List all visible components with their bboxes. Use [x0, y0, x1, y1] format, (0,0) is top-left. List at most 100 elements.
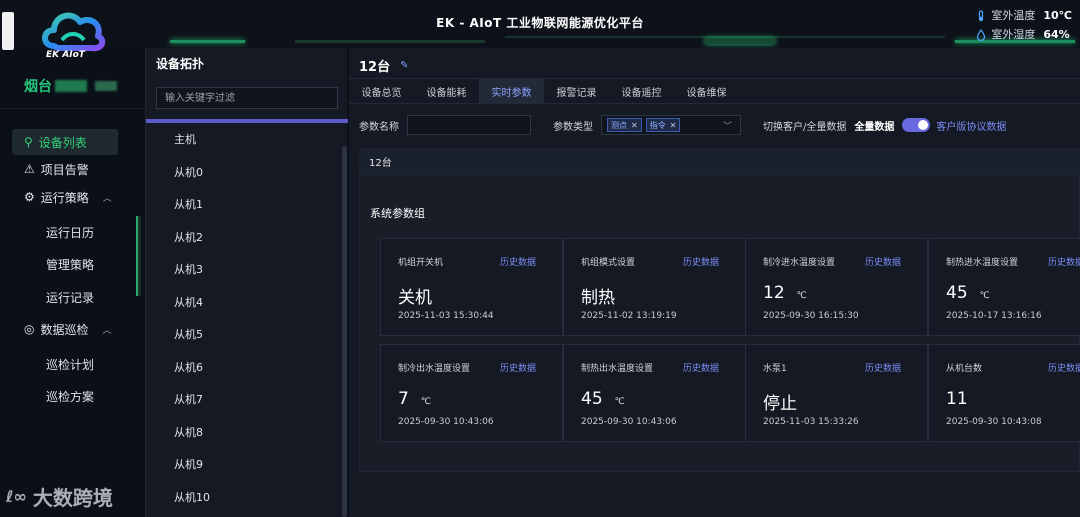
- history-link[interactable]: 历史数据: [1048, 361, 1080, 374]
- header-decoration: [295, 40, 485, 43]
- alarm-icon: ⚠: [24, 162, 35, 176]
- param-card: 机组开关机 历史数据 关机 2025-11-03 15:30:44: [380, 238, 563, 336]
- sidebar-item-run-strategy[interactable]: ⚙ 运行策略 ︿: [12, 184, 118, 210]
- tree-node[interactable]: 从机1: [146, 188, 348, 221]
- platform-title: EK - AIoT 工业物联网能源优化平台: [436, 16, 644, 30]
- tree-node[interactable]: 从机9: [146, 448, 348, 481]
- tab-alarm-records[interactable]: 报警记录: [544, 79, 609, 104]
- tag-measure-point[interactable]: 测点 ✕: [607, 118, 642, 132]
- tree-node[interactable]: 从机8: [146, 416, 348, 449]
- sidebar-item-project-alarm[interactable]: ⚠ 项目告警: [12, 156, 118, 182]
- tree-node[interactable]: 主机: [146, 123, 348, 156]
- param-name: 制冷出水温度设置: [398, 364, 471, 374]
- sidebar-item-run-calendar[interactable]: 运行日历: [46, 224, 94, 241]
- inspection-icon: ◎: [24, 322, 35, 336]
- thermometer-icon: [979, 9, 984, 21]
- redacted-text: [55, 80, 87, 92]
- tree-node[interactable]: 从机3: [146, 253, 348, 286]
- tree-node[interactable]: 从机2: [146, 221, 348, 254]
- tab-remote-control[interactable]: 设备遥控: [609, 79, 674, 104]
- topology-scrollbar[interactable]: [342, 146, 347, 517]
- top-header: EK - AIoT 工业物联网能源优化平台 室外温度 10℃ 室外湿度 64%: [0, 0, 1080, 48]
- param-timestamp: 2025-09-30 10:43:06: [398, 417, 494, 427]
- outdoor-temp-value: 10℃: [1043, 9, 1072, 22]
- edit-icon[interactable]: ✎: [400, 60, 408, 71]
- tab-energy[interactable]: 设备能耗: [414, 79, 479, 104]
- close-icon[interactable]: ✕: [631, 121, 638, 130]
- param-name: 从机台数: [946, 364, 983, 374]
- redacted-text: [95, 81, 117, 91]
- sidebar-item-inspection-plan[interactable]: 巡检计划: [46, 356, 94, 373]
- param-name: 机组开关机: [398, 258, 444, 268]
- sidebar-item-device-list[interactable]: ⚲ 设备列表: [12, 129, 118, 155]
- full-data-label: 全量数据: [854, 121, 895, 133]
- param-card-area: 系统参数组 机组开关机 历史数据 关机 2025-11-03 15:30:44 …: [359, 174, 1080, 472]
- client-data-label: 客户版协议数据: [936, 121, 1007, 133]
- param-value: 关机: [398, 288, 432, 308]
- param-value: 停止: [763, 394, 797, 414]
- browser-scroll-handle[interactable]: [2, 12, 14, 50]
- group-header[interactable]: 12台: [359, 148, 1080, 174]
- sidebar-scrollbar[interactable]: [136, 216, 141, 296]
- param-card: 机组模式设置 历史数据 制热 2025-11-02 13:19:19: [563, 238, 746, 336]
- param-type-label: 参数类型: [553, 121, 593, 133]
- tab-overview[interactable]: 设备总览: [349, 79, 414, 104]
- param-value: 制热: [581, 288, 615, 308]
- weather-panel: 室外温度 10℃ 室外湿度 64%: [975, 6, 1072, 44]
- tree-node[interactable]: 从机4: [146, 286, 348, 319]
- sidebar-item-manage-strategy[interactable]: 管理策略: [46, 256, 94, 273]
- close-icon[interactable]: ✕: [670, 121, 677, 130]
- chevron-down-icon: ﹀: [722, 122, 732, 132]
- section-title: 系统参数组: [370, 207, 425, 220]
- param-value: 45 ℃: [581, 389, 625, 409]
- divider: [0, 108, 145, 109]
- history-link[interactable]: 历史数据: [865, 361, 901, 374]
- param-card: 水泵1 历史数据 停止 2025-11-03 15:33:26: [745, 344, 928, 442]
- topology-search-input[interactable]: [156, 87, 338, 109]
- logo-text: EK AIoT: [46, 50, 85, 60]
- param-type-select[interactable]: 测点 ✕ 指令 ✕ ﹀: [601, 115, 741, 135]
- param-card: 制冷进水温度设置 历史数据 12 ℃ 2025-09-30 16:15:30: [745, 238, 928, 336]
- topology-tree: 主机 从机0 从机1 从机2 从机3 从机4 从机5 从机6 从机7 从机8 从…: [146, 119, 348, 513]
- data-mode-toggle[interactable]: [902, 118, 931, 132]
- param-card: 制热进水温度设置 历史数据 45 ℃ 2025-10-17 13:16:16: [928, 238, 1080, 336]
- humidity-icon: [977, 28, 986, 41]
- chevron-up-icon: ︿: [102, 325, 112, 336]
- tab-bar: 设备总览 设备能耗 实时参数 报警记录 设备遥控 设备维保: [349, 78, 1080, 104]
- sidebar-item-run-record[interactable]: 运行记录: [46, 289, 94, 306]
- param-card: 从机台数 历史数据 11 2025-09-30 10:43:08: [928, 344, 1080, 442]
- history-link[interactable]: 历史数据: [500, 361, 536, 374]
- header-decoration: [170, 40, 245, 43]
- param-timestamp: 2025-11-03 15:33:26: [763, 417, 859, 427]
- history-link[interactable]: 历史数据: [683, 255, 719, 268]
- main-content: 12台 ✎ 设备总览 设备能耗 实时参数 报警记录 设备遥控 设备维保 参数名称…: [349, 48, 1080, 517]
- tree-node[interactable]: 从机0: [146, 156, 348, 189]
- site-name[interactable]: 烟台: [24, 76, 117, 96]
- sidebar-item-data-inspection[interactable]: ◎ 数据巡检 ︿: [12, 316, 118, 342]
- param-timestamp: 2025-09-30 10:43:06: [581, 417, 677, 427]
- tab-realtime-params[interactable]: 实时参数: [479, 79, 544, 104]
- tag-command[interactable]: 指令 ✕: [645, 118, 681, 132]
- tree-node[interactable]: 从机6: [146, 351, 348, 384]
- tree-node[interactable]: 从机7: [146, 383, 348, 416]
- param-timestamp: 2025-09-30 16:15:30: [763, 311, 859, 321]
- outdoor-humidity-label: 室外湿度: [991, 28, 1036, 41]
- param-value: 45 ℃: [946, 283, 990, 303]
- param-name: 制热进水温度设置: [946, 258, 1019, 268]
- tree-node[interactable]: 从机5: [146, 318, 348, 351]
- history-link[interactable]: 历史数据: [683, 361, 719, 374]
- param-name: 机组模式设置: [581, 258, 636, 268]
- header-decoration: [705, 38, 775, 44]
- history-link[interactable]: 历史数据: [865, 255, 901, 268]
- tab-maintenance[interactable]: 设备维保: [674, 79, 739, 104]
- tree-node[interactable]: 从机10: [146, 481, 348, 514]
- param-timestamp: 2025-09-30 10:43:08: [946, 417, 1042, 427]
- param-name-input[interactable]: [407, 115, 531, 135]
- param-timestamp: 2025-11-03 15:30:44: [398, 311, 494, 321]
- chevron-up-icon: ︿: [102, 193, 112, 204]
- param-name: 水泵1: [763, 364, 787, 374]
- history-link[interactable]: 历史数据: [1048, 255, 1080, 268]
- param-value: 7 ℃: [398, 389, 431, 409]
- sidebar-item-inspection-scheme[interactable]: 巡检方案: [46, 388, 94, 405]
- history-link[interactable]: 历史数据: [500, 255, 536, 268]
